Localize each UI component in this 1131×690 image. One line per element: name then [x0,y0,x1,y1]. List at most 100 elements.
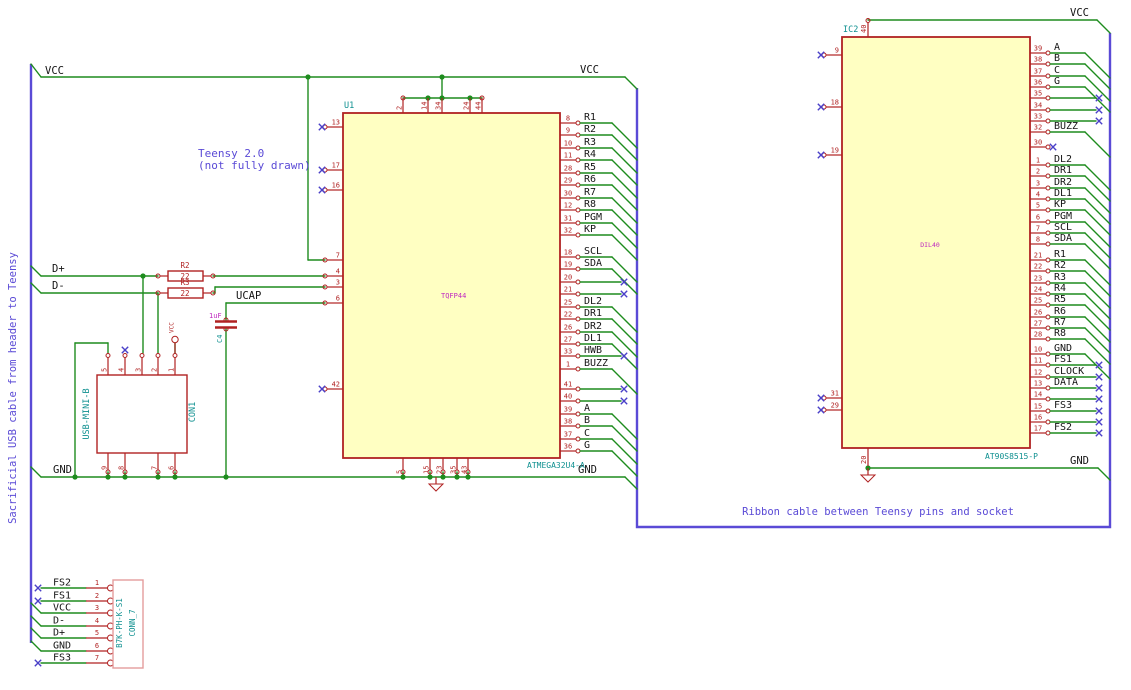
bus-entry [611,318,638,345]
pin-number: 5 [1036,202,1040,210]
bus-entry [1084,198,1111,225]
pin-number: 9 [101,466,109,470]
pin-number: 21 [564,286,572,294]
bus-entry [1084,63,1111,90]
bus-entry [1084,338,1111,365]
net-label-d-: D- [53,616,65,627]
pin-number: 22 [1034,263,1042,271]
con1-value: USB-MINI-B [82,388,92,439]
pin-number: 10 [564,140,572,148]
pin-number: 23 [1034,275,1042,283]
conn7-ref: CONN_7 [128,609,137,636]
pin-number: 19 [831,147,839,155]
r3-ref: R3 [180,278,189,287]
net-label-hwb: HWB [584,345,602,356]
net-label-gnd: GND [53,464,72,476]
net-label-dr2: DR2 [1054,177,1072,188]
net-label-r3: R3 [1054,272,1066,283]
pin-number: 17 [332,162,340,170]
net-label-dplus: D+ [52,263,65,275]
net-label-r6: R6 [1054,306,1066,317]
pin-number: 33 [564,348,572,356]
junction-dot [440,474,446,480]
gnd-symbol [859,468,877,483]
net-label-gnd: GND [1054,343,1072,354]
pin-number: 37 [564,431,572,439]
net-label-r7: R7 [584,187,596,198]
pin-number: 6 [168,466,176,470]
junction-dot [454,474,460,480]
junction-dot [122,474,128,480]
pin-number: 34 [435,102,443,110]
u1-value: TQFP44 [441,292,466,300]
pin-number: 39 [564,406,572,414]
pin-number: 4 [336,268,340,276]
pin-number: 5 [95,629,99,637]
wire [1097,467,1111,481]
pin-number: 8 [1036,236,1040,244]
pin-number: 21 [1034,252,1042,260]
pin-number: 27 [564,336,572,344]
pin-number: 9 [835,47,839,55]
c4-capacitor[interactable] [215,320,237,329]
bus-entry [1084,243,1111,270]
junction-dot [400,474,406,480]
pin-number: 1 [1036,157,1040,165]
note-teensy-2: (not fully drawn) [198,159,311,172]
bus-entry [1084,304,1111,331]
pin-number: 20 [860,456,868,464]
pin-number: 6 [1036,214,1040,222]
pin-number: 23 [436,466,444,474]
pin-number: 30 [564,190,572,198]
bus-entry [611,147,638,174]
pin-number: 2 [95,592,99,600]
u1-body[interactable] [342,112,561,459]
pin-number: 8 [118,466,126,470]
bus-entry [611,122,638,149]
net-label-dl2: DL2 [1054,154,1072,165]
pin-number: 43 [461,466,469,474]
pin-number: 34 [1034,102,1042,110]
pin-number: 15 [423,466,431,474]
net-label-dr1: DR1 [584,308,602,319]
pin-number: 35 [1034,90,1042,98]
net-label-vcc: VCC [1070,7,1089,19]
pin-number: 19 [564,261,572,269]
pin-number: 3 [1036,180,1040,188]
pin-number: 42 [332,381,340,389]
pin-number: 30 [1034,139,1042,147]
bus-entry [611,413,638,440]
bus-entry [1084,209,1111,236]
pin-number: 14 [421,102,429,110]
schematic-page: 13R̅E̅S̅E̅T̅17XTAL116XTAL27VBUS4D+3D-6UC… [0,0,1131,690]
bus-entry [611,234,638,261]
pin-number: 1 [566,361,570,369]
pin-number: 32 [564,227,572,235]
pin-number: 11 [1034,357,1042,365]
net-label-sda: SDA [1054,233,1072,244]
junction-dot [439,74,445,80]
net-label-pgm: PGM [1054,211,1072,222]
pin-number: 32 [1034,124,1042,132]
note-usb-cable: Sacrificial USB cable from header to Tee… [7,252,19,524]
vcc-power-flag[interactable] [171,335,179,353]
net-label-fs1: FS1 [1054,354,1072,365]
bus-entry [1084,175,1111,202]
net-label-dr1: DR1 [1054,165,1072,176]
pin-number: 2 [1036,168,1040,176]
schematic-canvas[interactable]: 13R̅E̅S̅E̅T̅17XTAL116XTAL27VBUS4D+3D-6UC… [0,0,1131,690]
pin-number: 20 [564,274,572,282]
net-label-g: G [584,440,590,451]
pin-number: 38 [564,418,572,426]
pin-number: 5 [101,368,109,372]
vcc-flag-label: VCC [169,322,176,333]
pin-number: 1 [168,368,176,372]
bus-entry [611,438,638,465]
con1-body[interactable] [96,374,188,454]
pin-number: 13 [332,119,340,127]
net-label-kp: KP [584,224,596,235]
bus-entry [30,602,42,614]
net-label-g: G [1054,76,1060,87]
pin-number: 18 [564,249,572,257]
pin-number: 3 [135,368,143,372]
